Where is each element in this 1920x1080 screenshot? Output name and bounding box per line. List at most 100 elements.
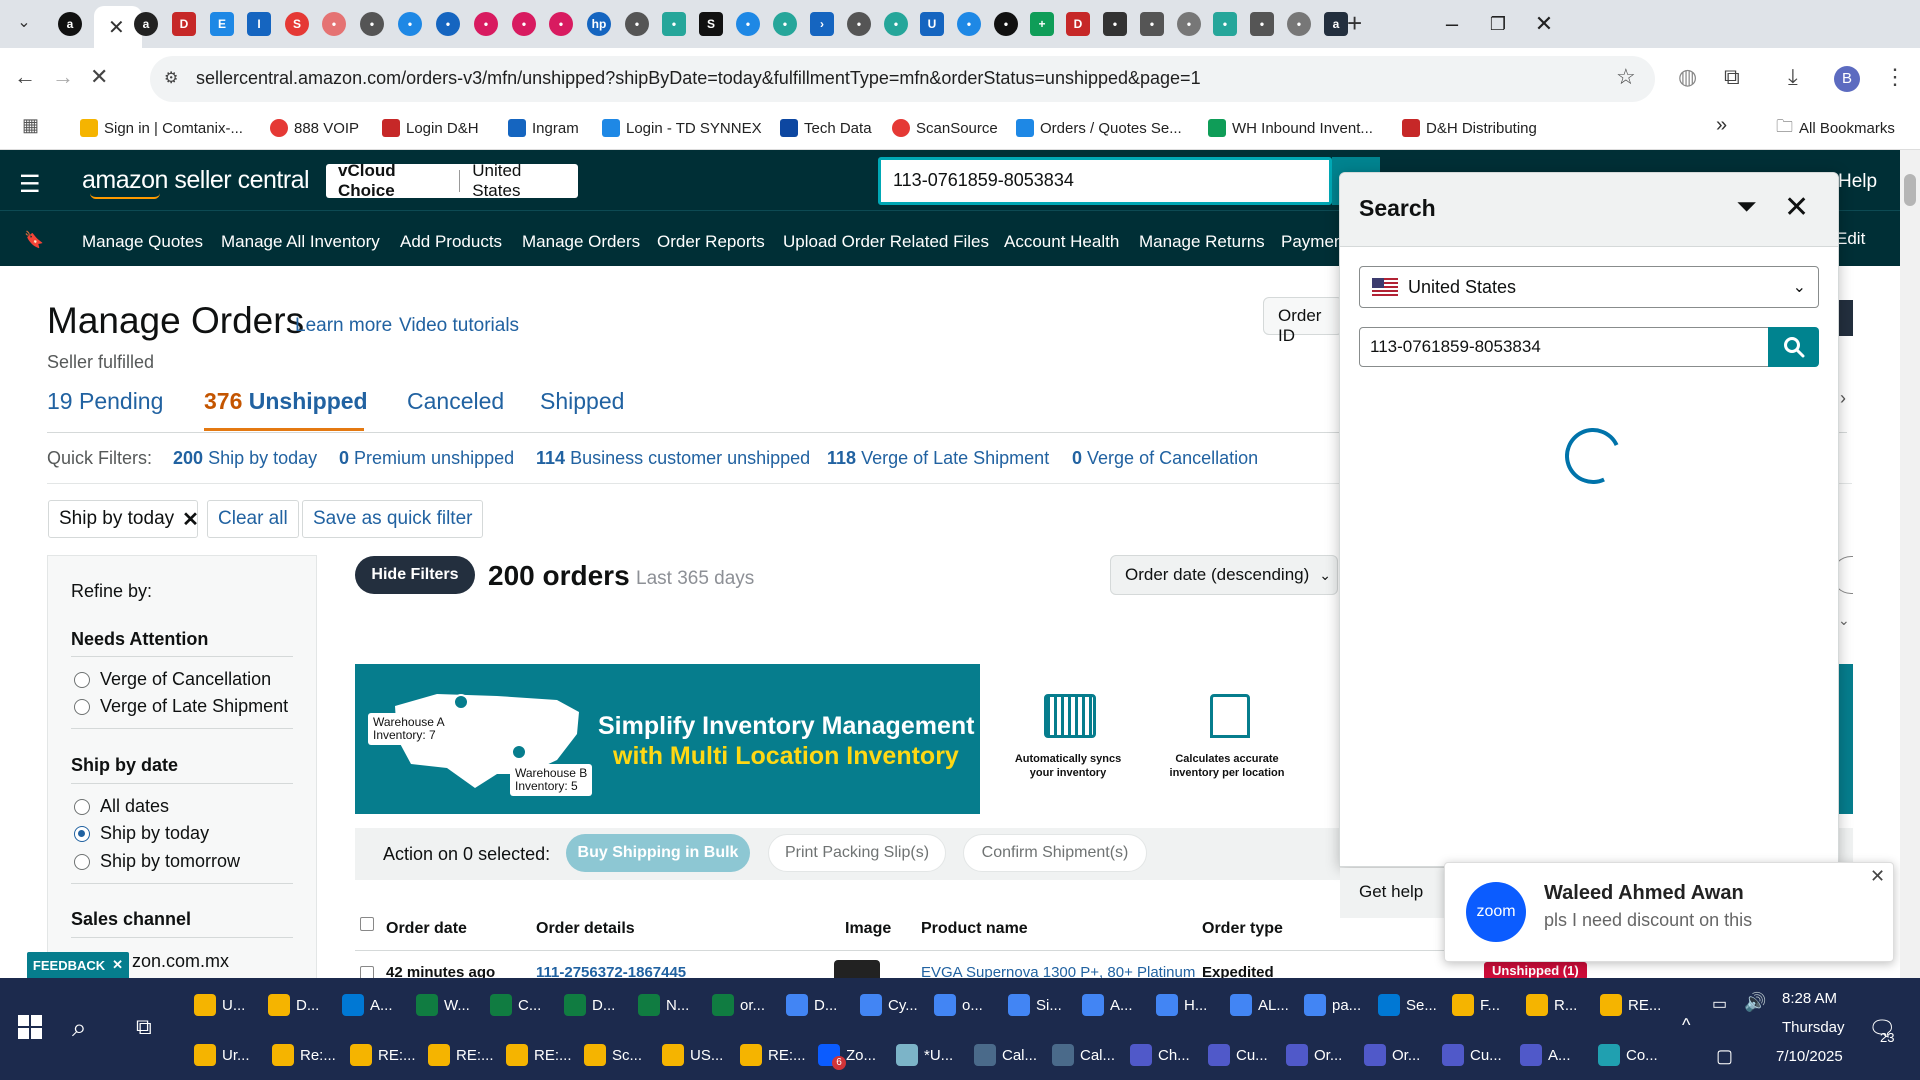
nav-manage-all-inventory[interactable]: Manage All Inventory [221,232,380,252]
nav-manage-orders[interactable]: Manage Orders [522,232,640,252]
bookmark-item[interactable]: D&H Distributing [1402,114,1537,142]
taskbar-app[interactable]: R... [1526,986,1577,1024]
quick-filter-verge-cancellation[interactable]: 0 Verge of Cancellation [1072,448,1258,469]
nav-payments[interactable]: Paymen [1281,232,1343,252]
bookmark-item[interactable]: Orders / Quotes Se... [1016,114,1182,142]
scrollbar-thumb[interactable] [1904,174,1916,206]
taskbar-app[interactable]: Cu... [1442,1036,1502,1074]
taskbar-app[interactable]: Cal... [974,1036,1037,1074]
more-bookmarks-icon[interactable]: » [1716,114,1727,137]
taskbar-app[interactable]: Cy... [860,986,918,1024]
forward-icon[interactable]: → [52,64,74,90]
clock-day[interactable]: Thursday [1782,1019,1845,1036]
taskbar-app[interactable]: pa... [1304,986,1361,1024]
country-select[interactable]: United States ⌄ [1359,266,1819,308]
tab-favicon-amazon-icon[interactable]: a [134,12,158,36]
sales-channel-option[interactable]: zon.com.mx [132,951,229,972]
nav-add-products[interactable]: Add Products [400,232,502,252]
seller-central-logo[interactable]: amazon seller central [82,166,310,195]
radio-button-selected[interactable] [74,825,90,842]
taskbar-app[interactable]: RE... [1600,986,1661,1024]
volume-icon[interactable]: 🔊 [1744,992,1766,1013]
select-all-checkbox[interactable] [360,917,374,931]
tab-favicon-icon[interactable]: D [1066,12,1090,36]
clock-time[interactable]: 8:28 AM [1782,990,1837,1007]
radio-button[interactable] [74,698,90,715]
tab-favicon-icon[interactable]: • [662,12,686,36]
radio-button[interactable] [74,798,90,815]
taskbar-app[interactable]: A... [342,986,393,1024]
task-view-icon[interactable]: ⧉ [136,1014,152,1040]
learn-more-link[interactable]: Learn more [295,315,392,337]
taskbar-app[interactable]: Se... [1378,986,1437,1024]
close-notification-icon[interactable]: ✕ [1870,866,1885,887]
bookmark-item[interactable]: Login - TD SYNNEX [602,114,762,142]
apps-grid-icon[interactable]: ▦ [22,115,39,136]
search-panel-input[interactable]: 113-0761859-8053834 [1359,327,1769,367]
taskbar-app[interactable]: U... [194,986,245,1024]
taskbar-app[interactable]: W... [416,986,470,1024]
site-info-icon[interactable]: ⚙ [164,68,178,88]
tab-favicon-icon[interactable]: • [1213,12,1237,36]
active-filter-chip[interactable]: Ship by today ✕ [48,500,199,538]
taskbar-app[interactable]: Zo... 6 [818,1036,876,1074]
quick-filter-business-customer[interactable]: 114 Business customer unshipped [536,448,810,469]
tab-favicon-icon[interactable]: • [549,12,573,36]
taskbar-app[interactable]: A... [1082,986,1133,1024]
notification-center-icon[interactable]: ▢ [1716,1046,1733,1067]
taskbar-app[interactable]: F... [1452,986,1500,1024]
column-order-date[interactable]: Order date [386,920,467,938]
tab-favicon-icon[interactable]: • [847,12,871,36]
tab-favicon-icon[interactable]: • [360,12,384,36]
stop-icon[interactable]: ✕ [90,64,108,90]
sort-dropdown[interactable]: Order date (descending) ⌄ [1110,555,1338,595]
taskbar-search-icon[interactable]: ⌕ [72,1012,87,1044]
tab-favicon-ingram-icon[interactable]: I [247,12,271,36]
taskbar-app[interactable]: Cal... [1052,1036,1115,1074]
radio-button[interactable] [74,853,90,870]
nav-manage-quotes[interactable]: Manage Quotes [82,232,203,252]
tab-favicon-ec-icon[interactable]: E [210,12,234,36]
quick-filter-ship-by-today[interactable]: 200 Ship by today [173,448,317,469]
product-image[interactable] [834,960,880,978]
tab-favicon-icon[interactable]: • [1177,12,1201,36]
bookmark-nav-icon[interactable]: 🔖 [24,230,44,250]
tab-pending[interactable]: 19 Pending [47,388,163,415]
bookmark-item[interactable]: Ingram [508,114,579,142]
close-panel-icon[interactable]: ✕ [1784,190,1809,225]
minimize-panel-icon[interactable]: ⏷ [1736,193,1757,219]
taskbar-app[interactable]: US... [662,1036,723,1074]
header-search-input[interactable]: 113-0761859-8053834 [878,157,1332,205]
radio-ship-by-tomorrow[interactable]: Ship by tomorrow [74,851,240,872]
taskbar-app[interactable]: N... [638,986,689,1024]
feedback-tab[interactable]: FEEDBACK ✕ [27,952,129,978]
restore-icon[interactable]: ❐ [1478,10,1518,38]
tab-favicon-icon[interactable]: › [810,12,834,36]
taskbar-app[interactable]: or... [712,986,765,1024]
tab-canceled[interactable]: Canceled [407,388,504,415]
taskbar-app[interactable]: Co... [1598,1036,1658,1074]
tabs-scroll-right-icon[interactable]: › [1840,388,1846,409]
taskbar-app[interactable]: Ur... [194,1036,250,1074]
taskbar-app[interactable]: Sc... [584,1036,642,1074]
download-icon[interactable]: ⤓ [1788,64,1798,90]
taskbar-app[interactable]: Or... [1286,1036,1342,1074]
clock-date[interactable]: 7/10/2025 [1776,1048,1843,1065]
bookmark-item[interactable]: ScanSource [892,114,998,142]
all-bookmarks[interactable]: 🗀 All Bookmarks [1776,114,1895,142]
nav-manage-returns[interactable]: Manage Returns [1139,232,1265,252]
tab-favicon-u-icon[interactable]: U [920,12,944,36]
page-scrollbar[interactable] [1900,150,1920,978]
nav-upload-order-files[interactable]: Upload Order Related Files [783,232,989,252]
tab-favicon-amazon-icon[interactable]: a [58,12,82,36]
taskbar-app[interactable]: Ch... [1130,1036,1190,1074]
nav-account-health[interactable]: Account Health [1004,232,1119,252]
column-order-details[interactable]: Order details [536,920,635,938]
hamburger-menu-icon[interactable]: ☰ [19,170,41,199]
tab-search-chevron-icon[interactable]: ⌄ [12,12,36,36]
profile-avatar[interactable]: B [1834,66,1860,92]
taskbar-app[interactable]: Si... [1008,986,1062,1024]
tab-favicon-icon[interactable]: • [398,12,422,36]
windows-start-icon[interactable] [18,1015,42,1039]
radio-verge-cancellation[interactable]: Verge of Cancellation [74,669,271,690]
